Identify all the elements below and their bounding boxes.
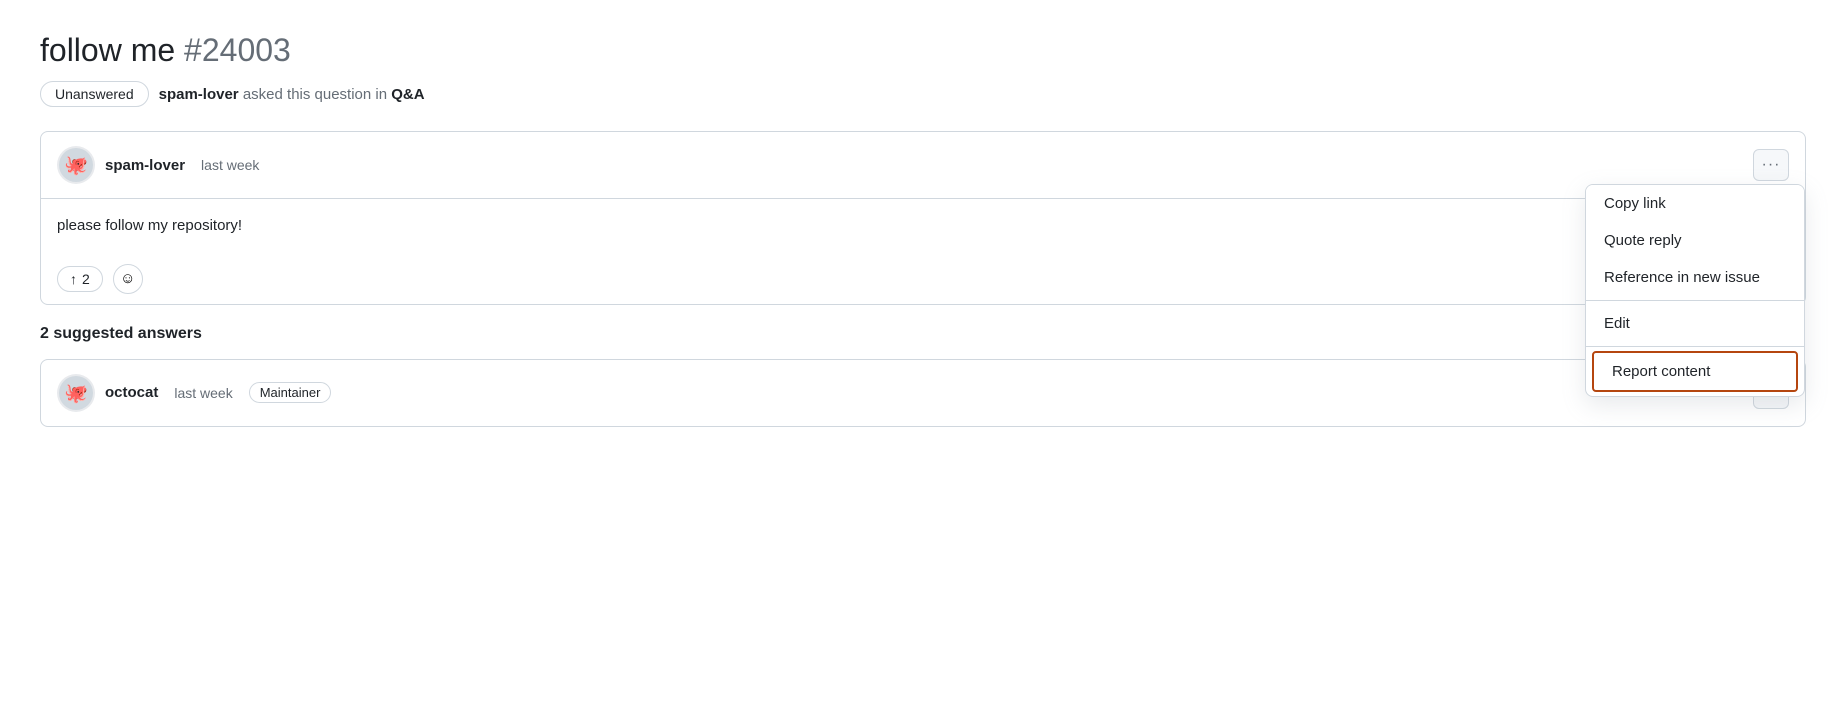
avatar: 🐙 — [57, 146, 95, 184]
post-username: spam-lover — [105, 157, 185, 174]
copy-link-menu-item[interactable]: Copy link — [1586, 185, 1804, 222]
suggested-answers-title: 2 suggested answers — [40, 325, 1806, 343]
second-card-header-left: 🐙 octocat last week Maintainer — [57, 374, 331, 412]
more-options-button[interactable]: ··· — [1753, 149, 1789, 181]
second-avatar: 🐙 — [57, 374, 95, 412]
meta-text: asked this question in — [243, 86, 387, 103]
post-timestamp: last week — [201, 157, 259, 173]
edit-menu-item[interactable]: Edit — [1586, 305, 1804, 342]
three-dots-icon: ··· — [1762, 156, 1781, 174]
card-header-left: 🐙 spam-lover last week — [57, 146, 259, 184]
second-card-header: 🐙 octocat last week Maintainer › — [41, 360, 1805, 426]
unanswered-badge[interactable]: Unanswered — [40, 81, 149, 107]
second-post-username: octocat — [105, 384, 158, 401]
report-content-menu-item[interactable]: Report content — [1592, 351, 1798, 392]
issue-number: #24003 — [184, 32, 291, 68]
author-name: spam-lover — [159, 86, 239, 103]
emoji-reaction-button[interactable]: ☺ — [113, 264, 143, 294]
maintainer-badge: Maintainer — [249, 382, 332, 403]
card-header: 🐙 spam-lover last week ··· — [41, 132, 1805, 199]
upvote-count: 2 — [82, 271, 90, 287]
svg-text:🐙: 🐙 — [64, 155, 88, 176]
meta-author: spam-lover asked this question in Q&A — [159, 86, 425, 103]
page-title: follow me #24003 — [40, 32, 1806, 69]
quote-reply-menu-item[interactable]: Quote reply — [1586, 222, 1804, 259]
menu-divider — [1586, 300, 1804, 301]
svg-text:🐙: 🐙 — [64, 383, 88, 404]
discussion-card: 🐙 spam-lover last week ··· please follow… — [40, 131, 1806, 305]
category-label: Q&A — [391, 86, 424, 103]
upvote-button[interactable]: ↑ 2 — [57, 266, 103, 292]
menu-divider-2 — [1586, 346, 1804, 347]
upvote-icon: ↑ — [70, 271, 77, 287]
meta-row: Unanswered spam-lover asked this questio… — [40, 81, 1806, 107]
context-menu: Copy link Quote reply Reference in new i… — [1585, 184, 1805, 397]
post-body-text: please follow my repository! — [57, 215, 1789, 238]
title-text: follow me — [40, 32, 175, 68]
second-discussion-card: 🐙 octocat last week Maintainer › — [40, 359, 1806, 427]
emoji-icon: ☺ — [120, 270, 135, 287]
second-post-timestamp: last week — [174, 385, 232, 401]
card-footer: ↑ 2 ☺ — [41, 254, 1805, 304]
reference-new-issue-menu-item[interactable]: Reference in new issue — [1586, 259, 1804, 296]
post-body: please follow my repository! — [41, 199, 1805, 254]
